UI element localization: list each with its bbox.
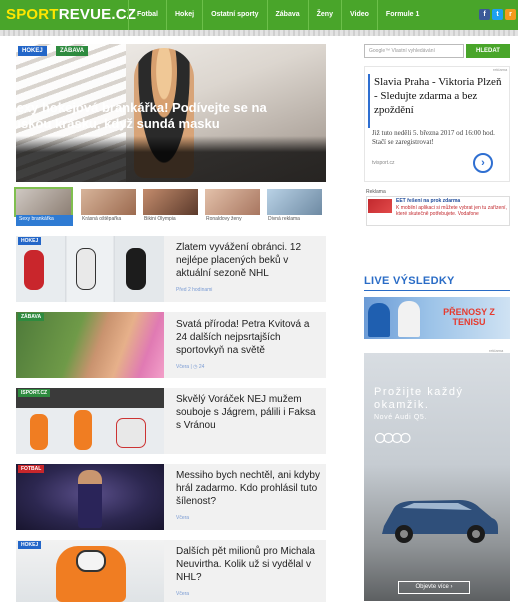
facebook-icon[interactable]: f bbox=[479, 9, 490, 20]
article-tag[interactable]: HOKEJ bbox=[18, 237, 42, 245]
article-title[interactable]: Svatá příroda! Petra Kvitová a 24 dalšíc… bbox=[176, 318, 322, 357]
hero-tag-hokej[interactable]: HOKEJ bbox=[18, 46, 47, 56]
article-meta: Včera bbox=[176, 591, 190, 597]
nav-zabava[interactable]: Zábava bbox=[266, 0, 308, 30]
tennis-person-graphic bbox=[368, 303, 390, 337]
hero-caption-gradient bbox=[16, 136, 326, 182]
site-logo[interactable]: SPORTREVUE.CZ bbox=[6, 6, 136, 23]
audi-subheadline: Nové Audi Q5. bbox=[374, 414, 427, 421]
search-input[interactable]: Google™ Vlastní vyhledávání bbox=[364, 44, 464, 58]
article-image bbox=[16, 312, 164, 378]
article-tag[interactable]: ZÁBAVA bbox=[18, 313, 45, 321]
search-button[interactable]: HLEDAT bbox=[466, 44, 510, 58]
tennis-banner-text[interactable]: PŘENOSY Z TENISU bbox=[430, 307, 508, 327]
ad-label: Reklama bbox=[366, 189, 386, 195]
header-decorative-stripe bbox=[0, 30, 518, 36]
article-tag[interactable]: ISPORT.CZ bbox=[18, 389, 51, 397]
rss-icon[interactable]: r bbox=[505, 9, 516, 20]
thumbnail-label[interactable]: Ronaldovy ženy bbox=[206, 216, 242, 222]
nav-hokej[interactable]: Hokej bbox=[166, 0, 202, 30]
article-meta: Včera | ◷ 24 bbox=[176, 364, 205, 370]
article-tag[interactable]: HOKEJ bbox=[18, 541, 42, 549]
article-tag[interactable]: FOTBAL bbox=[18, 465, 45, 473]
ad-body: Již tuto neděli 5. března 2017 od 16:00 … bbox=[372, 129, 495, 146]
thumbnail-ronaldovy-zeny[interactable] bbox=[205, 189, 260, 215]
article-title[interactable]: Zlatem vyvážení obránci. 12 nejlépe plac… bbox=[176, 241, 322, 280]
hero-title-link[interactable]: Sexy hokejová brankářka! Podívejte se na… bbox=[8, 100, 308, 132]
audi-headline: Prožijte každý okamžik. bbox=[374, 386, 464, 411]
article-image bbox=[16, 464, 164, 530]
thumbnail-divna-reklama[interactable] bbox=[267, 189, 322, 215]
chevron-right-icon[interactable]: › bbox=[473, 153, 493, 173]
article-title[interactable]: Skvělý Voráček NEJ mužem souboje s Jágre… bbox=[176, 393, 322, 432]
ad-headline[interactable]: Slavia Praha - Viktoria Plzeň - Sledujte… bbox=[374, 75, 506, 117]
article-meta: Před 2 hodinami bbox=[176, 287, 213, 293]
live-results-heading[interactable]: LIVE VÝSLEDKY bbox=[364, 275, 455, 287]
thumbnail-bikini-olympia[interactable] bbox=[143, 189, 198, 215]
article-image bbox=[16, 388, 164, 454]
main-menu: Fotbal Hokej Ostatní sporty Zábava Ženy … bbox=[128, 0, 427, 30]
live-results-divider bbox=[364, 290, 510, 291]
ad-vodafone-image bbox=[368, 199, 392, 213]
car-image bbox=[382, 500, 498, 543]
article-title[interactable]: Dalších pět milionů pro Michala Neuvirth… bbox=[176, 545, 322, 584]
thumbnail-sexy-brankarka[interactable] bbox=[14, 187, 73, 217]
article-meta: Včera bbox=[176, 515, 190, 521]
hero-tag-zabava[interactable]: ZÁBAVA bbox=[56, 46, 89, 56]
article-image bbox=[16, 236, 164, 302]
ad-url[interactable]: tvisport.cz bbox=[372, 160, 395, 166]
article-title[interactable]: Messiho bych nechtěl, ani kdyby hrál zad… bbox=[176, 469, 322, 508]
audi-logo-icon bbox=[374, 432, 411, 444]
nav-ostatni-sporty[interactable]: Ostatní sporty bbox=[202, 0, 266, 30]
logo-sport-text: SPORT bbox=[6, 6, 59, 23]
ad-text: K mobilní aplikaci si můžete vybrat jen … bbox=[396, 205, 507, 217]
thumbnail-label[interactable]: Krásná oštěpařka bbox=[82, 216, 121, 222]
thumbnail-krasna-ostepařka[interactable] bbox=[81, 189, 136, 215]
thumbnail-label[interactable]: Sexy brankářka bbox=[19, 216, 54, 222]
nav-video[interactable]: Video bbox=[340, 0, 377, 30]
nav-fotbal[interactable]: Fotbal bbox=[128, 0, 166, 30]
ad-mark: reklama bbox=[493, 67, 508, 72]
twitter-icon[interactable]: t bbox=[492, 9, 503, 20]
audi-cta-button[interactable]: Objevte více › bbox=[398, 581, 470, 594]
thumbnail-label[interactable]: Divná reklama bbox=[268, 216, 300, 222]
tennis-person-graphic bbox=[398, 301, 420, 337]
nav-formule-1[interactable]: Formule 1 bbox=[376, 0, 427, 30]
thumbnail-label[interactable]: Bikini Olympia bbox=[144, 216, 176, 222]
ad-accent-stripe bbox=[368, 74, 370, 128]
ad-title[interactable]: EET řešení na prok zdarma bbox=[396, 198, 460, 204]
article-image bbox=[16, 540, 164, 602]
logo-revue-text: REVUE bbox=[58, 6, 112, 23]
nav-zeny[interactable]: Ženy bbox=[307, 0, 341, 30]
